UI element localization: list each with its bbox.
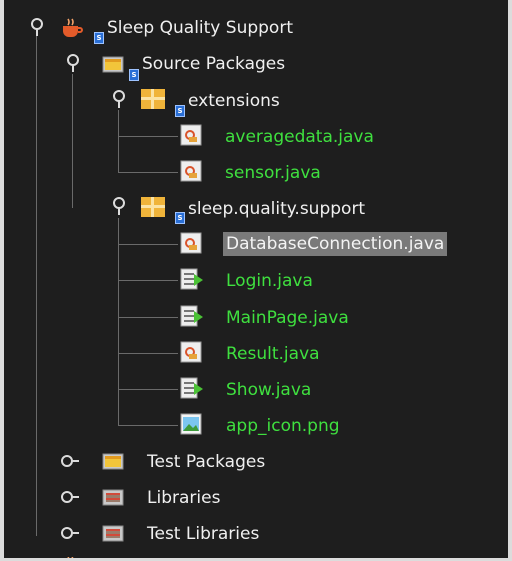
file-label[interactable]: sensor.java	[222, 161, 324, 185]
java-form-icon	[180, 377, 203, 399]
tree-line	[118, 172, 178, 173]
coffee-cup-project-icon	[60, 552, 80, 558]
package-icon	[140, 88, 165, 109]
test-packages-label[interactable]: Test Packages	[144, 450, 268, 474]
java-class-icon	[180, 341, 202, 363]
package-label[interactable]: sleep.quality.support	[185, 197, 368, 221]
expand-toggle-icon[interactable]	[62, 53, 84, 75]
badge-icon: S	[175, 105, 185, 117]
tree-line	[118, 389, 178, 390]
library-folder-icon	[102, 487, 124, 507]
tree-line	[118, 244, 178, 245]
file-label[interactable]: Show.java	[223, 378, 314, 402]
expand-toggle-icon[interactable]	[108, 89, 130, 111]
collapse-toggle-icon[interactable]	[60, 450, 82, 472]
image-file-icon	[180, 413, 202, 435]
libraries-label[interactable]: Libraries	[144, 486, 223, 510]
java-form-icon	[180, 268, 203, 290]
package-label[interactable]: extensions	[185, 89, 283, 113]
source-folder-icon	[102, 54, 124, 74]
source-packages-label[interactable]: Source Packages	[139, 52, 288, 76]
collapse-toggle-icon[interactable]	[60, 486, 82, 508]
badge-icon: S	[94, 32, 104, 44]
file-label[interactable]: Login.java	[223, 269, 316, 293]
collapse-toggle-icon[interactable]	[60, 522, 82, 544]
expand-toggle-icon[interactable]	[108, 196, 130, 218]
tree-line	[72, 74, 73, 208]
tree-line	[118, 110, 119, 172]
test-libraries-label[interactable]: Test Libraries	[144, 522, 262, 546]
java-class-icon	[180, 160, 202, 182]
package-icon	[140, 196, 165, 217]
file-label[interactable]: app_icon.png	[223, 414, 343, 438]
coffee-cup-project-icon	[60, 17, 83, 37]
project-tree: S Sleep Quality Support S Source Package…	[4, 0, 508, 558]
tree-line	[118, 280, 178, 281]
tree-line	[118, 218, 119, 426]
file-label[interactable]: Result.java	[223, 342, 323, 366]
badge-icon: S	[129, 69, 139, 81]
java-class-icon	[180, 232, 202, 254]
file-label[interactable]: averagedata.java	[222, 125, 377, 149]
test-folder-icon	[102, 451, 124, 471]
tree-line	[118, 317, 178, 318]
tree-line	[118, 136, 178, 137]
tree-line	[118, 425, 178, 426]
project-label[interactable]: Sleep Quality Support	[104, 16, 296, 40]
library-folder-icon	[102, 523, 124, 543]
java-class-icon	[180, 124, 202, 146]
java-form-icon	[180, 305, 203, 327]
expand-toggle-icon[interactable]	[26, 17, 48, 39]
badge-icon: S	[175, 212, 185, 224]
tree-line	[36, 36, 37, 536]
tree-line	[118, 353, 178, 354]
file-label-selected[interactable]: DatabaseConnection.java	[223, 232, 448, 256]
file-label[interactable]: MainPage.java	[223, 306, 352, 330]
